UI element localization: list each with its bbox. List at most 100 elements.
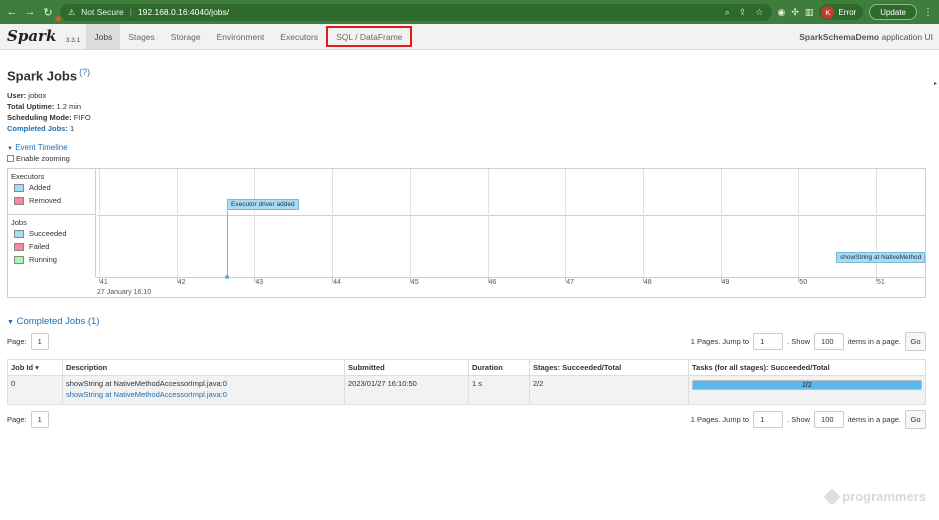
event-timeline-toggle[interactable]: ▼ Event Timeline: [7, 143, 68, 152]
back-icon[interactable]: ←: [6, 6, 18, 18]
scheduling-label: Scheduling Mode:: [7, 113, 72, 122]
spark-wordmark: Spark: [7, 27, 57, 45]
update-button[interactable]: Update: [869, 4, 917, 20]
spark-logo[interactable]: Spark ✱ 3.3.1: [0, 14, 86, 49]
added-swatch: [14, 183, 24, 192]
legend-failed: Failed: [8, 240, 95, 253]
timeline-tick-label: 48: [643, 279, 652, 286]
timeline-gridline: [99, 169, 100, 277]
description-link[interactable]: showString at NativeMethodAccessorImpl.j…: [66, 390, 341, 399]
security-label: Not Secure: [81, 7, 124, 17]
removed-swatch: [14, 196, 24, 205]
col-submitted[interactable]: Submitted: [344, 359, 469, 376]
summary-scheduling: Scheduling Mode: FIFO: [7, 112, 91, 123]
page-selector-bottom: Page: 1: [7, 411, 49, 428]
help-link[interactable]: (?): [79, 67, 90, 77]
page-size-input[interactable]: 100: [814, 411, 845, 428]
pagination-form-top: 1 Pages. Jump to 1 . Show 100 items in a…: [691, 332, 926, 351]
col-job-id[interactable]: Job Id ▾: [7, 359, 63, 376]
page-number-button[interactable]: 1: [30, 333, 49, 350]
page-selector-top: Page: 1: [7, 333, 49, 350]
profile-error-button[interactable]: K Error: [819, 4, 864, 20]
jump-to-input[interactable]: 1: [753, 411, 784, 428]
timeline-tick-label: 51: [877, 279, 885, 286]
puzzle-icon[interactable]: ✣: [791, 7, 799, 18]
legend-added-label: Added: [29, 183, 51, 192]
app-name: SparkSchemaDemo: [799, 31, 880, 42]
pagination-form-bottom: 1 Pages. Jump to 1 . Show 100 items in a…: [691, 410, 926, 429]
show-label: . Show: [787, 415, 811, 424]
forward-icon[interactable]: →: [24, 6, 36, 18]
description-text: showString at NativeMethodAccessorImpl.j…: [66, 379, 227, 388]
app-title: SparkSchemaDemo application UI: [799, 24, 939, 49]
tab-storage[interactable]: Storage: [163, 24, 209, 49]
avatar: K: [821, 5, 835, 19]
completed-jobs-table: Job Id ▾ Description Submitted Duration …: [7, 359, 926, 405]
timeline-tick-label: 41: [100, 279, 108, 286]
tasks-progress-label: 2/2: [802, 382, 812, 389]
timeline-tick-label: 47: [566, 279, 574, 286]
page-label: Page:: [7, 415, 27, 424]
page-title: Spark Jobs (?): [7, 67, 90, 83]
legend-added: Added: [8, 181, 95, 194]
jobs-header: Jobs: [11, 218, 27, 227]
completed-jobs-link[interactable]: Completed Jobs:: [7, 124, 68, 133]
timeline-tick-label: 44: [333, 279, 341, 286]
col-description[interactable]: Description: [62, 359, 345, 376]
items-label: items in a page.: [848, 415, 901, 424]
zoom-icon[interactable]: ⌕: [725, 7, 730, 18]
timeline-tick-label: 45: [410, 279, 419, 286]
completed-jobs-header[interactable]: ▼ Completed Jobs (1): [7, 316, 99, 327]
spark-star-icon: ✱: [54, 14, 62, 24]
col-duration[interactable]: Duration: [468, 359, 530, 376]
zoom-checkbox[interactable]: [7, 155, 14, 162]
tab-stages[interactable]: Stages: [120, 24, 162, 49]
programmers-logo-icon: [823, 488, 841, 505]
page-size-input[interactable]: 100: [814, 333, 845, 350]
event-timeline[interactable]: Executors Added Removed Jobs Succeeded F…: [7, 168, 926, 298]
timeline-tick-label: 43: [255, 279, 264, 286]
uptime-label: Total Uptime:: [7, 102, 55, 111]
menu-icon[interactable]: ⋮: [923, 7, 933, 18]
tab-jobs[interactable]: Jobs: [86, 24, 121, 49]
jump-to-input[interactable]: 1: [753, 333, 784, 350]
timeline-date: 27 January 16:10: [97, 289, 152, 296]
go-button[interactable]: Go: [905, 332, 926, 351]
address-bar[interactable]: ⚠ Not Secure | 192.168.0.16:4040/jobs/ ⌕…: [60, 3, 772, 21]
page-title-text: Spark Jobs: [7, 68, 78, 84]
page-number-button[interactable]: 1: [30, 411, 49, 428]
jobs-legend: Jobs Succeeded Failed Running: [8, 215, 96, 277]
table-header-row: Job Id ▾ Description Submitted Duration …: [7, 359, 926, 376]
page-label: Page:: [7, 337, 27, 346]
watermark-text: programmers: [842, 489, 926, 504]
col-stages[interactable]: Stages: Succeeded/Total: [529, 359, 689, 376]
share-icon[interactable]: ⇪: [739, 7, 747, 18]
spark-version: 3.3.1: [65, 37, 81, 44]
timeline-tick-label: 42: [177, 279, 186, 286]
enable-zooming[interactable]: Enable zooming: [7, 154, 70, 163]
executors-legend: Executors Added Removed: [8, 169, 96, 215]
table-row: 0 showString at NativeMethodAccessorImpl…: [7, 375, 926, 405]
go-button[interactable]: Go: [905, 410, 926, 429]
scheduling-value: FIFO: [73, 113, 91, 122]
succeeded-swatch: [14, 229, 24, 238]
show-label: . Show: [787, 337, 811, 346]
col-tasks[interactable]: Tasks (for all stages): Succeeded/Total: [688, 359, 926, 376]
legend-succeeded: Succeeded: [8, 227, 95, 240]
sidebar-icon[interactable]: ▥: [805, 7, 814, 18]
description-cell: showString at NativeMethodAccessorImpl.j…: [62, 375, 345, 405]
reload-icon[interactable]: ↻: [42, 6, 54, 19]
tab-environment[interactable]: Environment: [209, 24, 273, 49]
extension-icon[interactable]: ◉: [778, 7, 786, 18]
executor-event-dot: [225, 275, 229, 279]
job-event[interactable]: showString at NativeMethod: [836, 252, 926, 263]
bookmark-star-icon[interactable]: ☆: [755, 7, 763, 18]
event-timeline-label: Event Timeline: [15, 143, 68, 152]
timeline-gridline: [254, 169, 256, 277]
url-divider: |: [129, 7, 132, 17]
legend-removed-label: Removed: [29, 196, 62, 205]
timeline-gridline: [565, 169, 567, 277]
tab-sql-dataframe[interactable]: SQL / DataFrame: [326, 26, 413, 47]
executor-added-event[interactable]: Executor driver added: [227, 199, 299, 210]
tab-executors[interactable]: Executors: [272, 24, 326, 49]
